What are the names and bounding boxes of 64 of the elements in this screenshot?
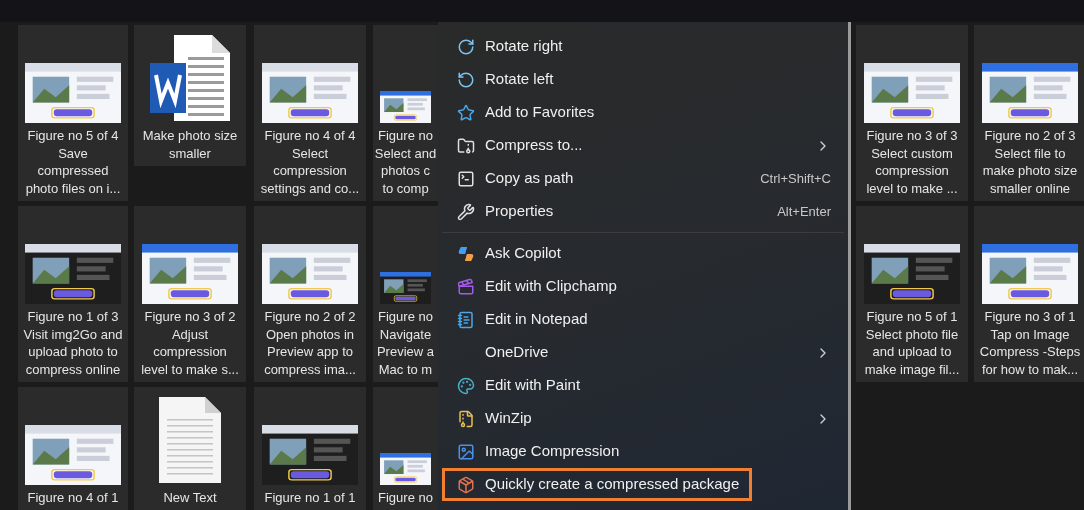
scrollbar[interactable] — [848, 22, 851, 510]
file-name: Figure no 3 of 1 Tap on Image Compress -Steps for how to mak... — [979, 308, 1081, 378]
menu-item[interactable]: Add to Favorites — [442, 96, 844, 129]
menu-item[interactable]: Edit with Clipchamp — [442, 270, 844, 303]
archive-icon — [457, 409, 475, 428]
menu-item[interactable]: Image Compression — [442, 435, 844, 468]
file-tile[interactable]: Figure no Navigate Preview a Mac to m — [373, 206, 438, 382]
file-name: Figure no 2 of 2 Open photos in Preview app to compress ima... — [264, 308, 356, 378]
file-tile[interactable]: Figure no 2 of 2 Open photos in Preview app to compress ima... — [254, 206, 366, 382]
rotate-right-icon — [457, 37, 475, 56]
word-document-icon — [148, 33, 232, 123]
clapperboard-icon — [457, 277, 475, 296]
menu-item[interactable]: Properties Alt+Enter — [442, 195, 844, 228]
menu-item[interactable]: Compress to... — [442, 129, 844, 162]
file-tile[interactable]: Figure no 4 of 4 Select compression settings and co... — [254, 25, 366, 201]
file-tile[interactable]: Figure no — [373, 387, 438, 510]
file-name: Figure no Navigate Preview a Mac to m — [376, 308, 435, 378]
file-tile[interactable]: Figure no 1 of 1 — [254, 387, 366, 510]
menu-item[interactable]: Rotate left — [442, 63, 844, 96]
path-icon — [457, 169, 475, 188]
file-name: Figure no 1 of 1 — [264, 489, 356, 507]
menu-item[interactable]: Edit with Paint — [442, 369, 844, 402]
shortcut-label: Ctrl+Shift+C — [760, 169, 831, 188]
file-tile[interactable]: Figure no Select and photos c to comp — [373, 25, 438, 201]
text-document-icon — [157, 395, 223, 485]
file-tile[interactable]: Figure no 4 of 1 — [18, 387, 128, 510]
file-name: Figure no 5 of 4 Save compressed photo files on i... — [25, 127, 121, 197]
file-name: Figure no 4 of 1 — [27, 489, 119, 507]
palette-icon — [457, 376, 475, 395]
file-tile[interactable]: Figure no 3 of 1 Tap on Image Compress -Steps for how to mak... — [974, 206, 1084, 382]
file-name: New Text — [163, 489, 217, 507]
menu-item[interactable]: Edit in Notepad — [442, 303, 844, 336]
file-tile[interactable]: Figure no 1 of 3 Visit img2Go and upload photo to compress online — [18, 206, 128, 382]
rotate-left-icon — [457, 70, 475, 89]
image-icon — [457, 442, 475, 461]
file-name: Figure no Select and photos c to comp — [374, 127, 437, 197]
package-icon — [457, 475, 475, 494]
file-tile[interactable]: Figure no 3 of 2 Adjust compression level to make s... — [134, 206, 246, 382]
file-name: Figure no 4 of 4 Select compression settings and co... — [260, 127, 360, 197]
folder-archive-icon — [457, 136, 475, 155]
star-icon — [457, 103, 475, 122]
file-name: Make photo size smaller — [142, 127, 238, 162]
copilot-icon — [457, 244, 475, 263]
file-tile[interactable]: New Text — [134, 387, 246, 510]
file-tile[interactable]: Figure no 3 of 3 Select custom compression level to make ... — [856, 25, 968, 201]
menu-item[interactable]: OneDrive — [442, 336, 844, 369]
file-tile[interactable]: Figure no 2 of 3 Select file to make photo size smaller online — [974, 25, 1084, 201]
file-name: Figure no 1 of 3 Visit img2Go and upload photo to compress online — [23, 308, 123, 378]
file-tile[interactable]: Make photo size smaller — [134, 25, 246, 166]
file-name: Figure no 3 of 3 Select custom compression level to make ... — [866, 127, 958, 197]
menu-item[interactable]: Quickly create a compressed package — [442, 468, 753, 501]
menu-item[interactable]: Rotate right — [442, 30, 844, 63]
file-tile[interactable]: Figure no 5 of 4 Save compressed photo files on i... — [18, 25, 128, 201]
file-name: Figure no 2 of 3 Select file to make photo size smaller online — [982, 127, 1078, 197]
file-name: Figure no 3 of 2 Adjust compression level to make s... — [141, 308, 239, 378]
file-name: Figure no — [378, 489, 433, 507]
menu-item[interactable]: WinZip — [442, 402, 844, 435]
menu-item[interactable]: Ask Copilot — [442, 237, 844, 270]
file-tile[interactable]: Figure no 5 of 1 Select photo file and upload to make image fil... — [856, 206, 968, 382]
wrench-icon — [457, 202, 475, 221]
notepad-icon — [457, 310, 475, 329]
shortcut-label: Alt+Enter — [777, 202, 831, 221]
file-name: Figure no 5 of 1 Select photo file and upload to make image fil... — [864, 308, 960, 378]
menu-item[interactable]: Copy as path Ctrl+Shift+C — [442, 162, 844, 195]
